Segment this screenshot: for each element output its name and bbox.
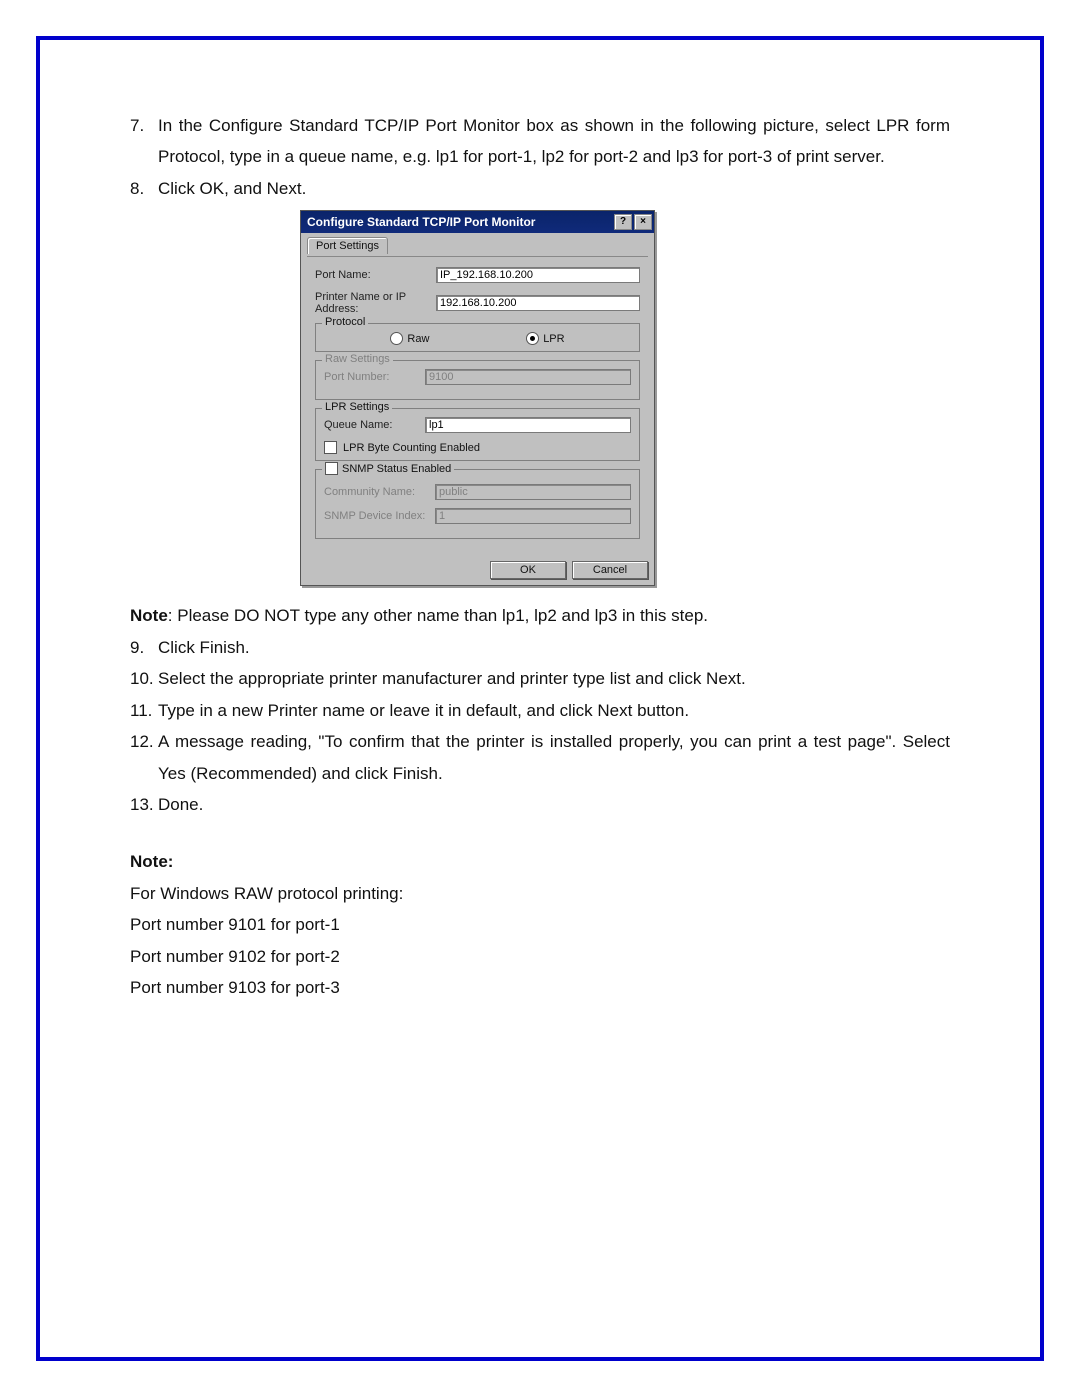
step-10: 10. Select the appropriate printer manuf…: [130, 663, 950, 694]
raw-port-1: Port number 9101 for port-1: [130, 909, 950, 940]
dialog-figure: Configure Standard TCP/IP Port Monitor ?…: [300, 210, 950, 586]
step-7: 7. In the Configure Standard TCP/IP Port…: [130, 110, 950, 173]
step-9-number: 9.: [130, 632, 158, 663]
community-input: [435, 484, 631, 500]
step-9: 9. Click Finish.: [130, 632, 950, 663]
page: 7. In the Configure Standard TCP/IP Port…: [0, 0, 1080, 1397]
protocol-legend: Protocol: [322, 316, 368, 328]
queue-name-row: Queue Name:: [324, 417, 631, 433]
step-12-text: A message reading, "To confirm that the …: [158, 726, 950, 789]
raw-settings-fieldset: Raw Settings Port Number:: [315, 360, 640, 400]
frame-border: 7. In the Configure Standard TCP/IP Port…: [36, 36, 1044, 1361]
protocol-fieldset: Protocol Raw LPR: [315, 323, 640, 352]
step-12-number: 12.: [130, 726, 158, 789]
queue-name-label: Queue Name:: [324, 419, 419, 431]
port-number-input: [425, 369, 631, 385]
step-13: 13. Done.: [130, 789, 950, 820]
port-name-row: Port Name:: [315, 267, 640, 283]
step-8-text: Click OK, and Next.: [158, 173, 950, 204]
lpr-settings-fieldset: LPR Settings Queue Name: LPR Byte Counti…: [315, 408, 640, 461]
lpr-radio[interactable]: LPR: [526, 332, 564, 345]
step-7-text: In the Configure Standard TCP/IP Port Mo…: [158, 110, 950, 173]
step-8-number: 8.: [130, 173, 158, 204]
snmp-fieldset: SNMP Status Enabled Community Name: SNMP…: [315, 469, 640, 539]
snmp-legend[interactable]: SNMP Status Enabled: [322, 462, 454, 475]
step-9-text: Click Finish.: [158, 632, 950, 663]
step-8: 8. Click OK, and Next.: [130, 173, 950, 204]
raw-intro: For Windows RAW protocol printing:: [130, 878, 950, 909]
community-label: Community Name:: [324, 486, 429, 498]
dialog-button-row: OK Cancel: [307, 555, 648, 579]
port-number-row: Port Number:: [324, 369, 631, 385]
note-1-text: : Please DO NOT type any other name than…: [168, 606, 708, 625]
ok-button[interactable]: OK: [490, 561, 566, 579]
dialog-body: Port Settings Port Name: Printer Name or…: [301, 233, 654, 585]
checkbox-icon: [325, 462, 338, 475]
step-11-number: 11.: [130, 695, 158, 726]
port-name-input[interactable]: [436, 267, 640, 283]
device-index-input: [435, 508, 631, 524]
dialog-titlebar: Configure Standard TCP/IP Port Monitor ?…: [301, 211, 654, 233]
tab-panel: Port Name: Printer Name or IP Address: P…: [307, 256, 648, 555]
port-number-label: Port Number:: [324, 371, 419, 383]
community-row: Community Name:: [324, 484, 631, 500]
tab-strip: Port Settings: [307, 237, 648, 256]
raw-port-2: Port number 9102 for port-2: [130, 941, 950, 972]
note-2-heading: Note:: [130, 846, 950, 877]
lpr-radio-label: LPR: [543, 333, 564, 345]
step-10-number: 10.: [130, 663, 158, 694]
note-1: Note: Please DO NOT type any other name …: [130, 600, 950, 631]
step-11: 11. Type in a new Printer name or leave …: [130, 695, 950, 726]
lpr-settings-legend: LPR Settings: [322, 401, 392, 413]
device-index-label: SNMP Device Index:: [324, 510, 429, 522]
help-icon[interactable]: ?: [614, 214, 632, 230]
step-11-text: Type in a new Printer name or leave it i…: [158, 695, 950, 726]
port-name-label: Port Name:: [315, 269, 430, 281]
lpr-byte-label: LPR Byte Counting Enabled: [343, 442, 480, 454]
radio-off-icon: [390, 332, 403, 345]
step-13-text: Done.: [158, 789, 950, 820]
raw-port-3: Port number 9103 for port-3: [130, 972, 950, 1003]
radio-on-icon: [526, 332, 539, 345]
close-icon[interactable]: ×: [634, 214, 652, 230]
config-port-dialog: Configure Standard TCP/IP Port Monitor ?…: [300, 210, 655, 586]
cancel-button[interactable]: Cancel: [572, 561, 648, 579]
step-13-number: 13.: [130, 789, 158, 820]
raw-radio-label: Raw: [407, 333, 429, 345]
snmp-legend-text: SNMP Status Enabled: [342, 463, 451, 475]
ip-row: Printer Name or IP Address:: [315, 291, 640, 315]
step-10-text: Select the appropriate printer manufactu…: [158, 663, 950, 694]
device-index-row: SNMP Device Index:: [324, 508, 631, 524]
tab-port-settings[interactable]: Port Settings: [307, 237, 388, 254]
lpr-byte-row[interactable]: LPR Byte Counting Enabled: [324, 441, 631, 454]
ip-input[interactable]: [436, 295, 640, 311]
ip-label: Printer Name or IP Address:: [315, 291, 430, 315]
spacer: [130, 820, 950, 846]
raw-radio[interactable]: Raw: [390, 332, 429, 345]
checkbox-icon: [324, 441, 337, 454]
step-12: 12. A message reading, "To confirm that …: [130, 726, 950, 789]
step-7-number: 7.: [130, 110, 158, 173]
note-1-label: Note: [130, 606, 168, 625]
note-2-label: Note:: [130, 852, 173, 871]
protocol-options: Raw LPR: [324, 332, 631, 345]
raw-settings-legend: Raw Settings: [322, 353, 393, 365]
queue-name-input[interactable]: [425, 417, 631, 433]
dialog-title-text: Configure Standard TCP/IP Port Monitor: [307, 215, 612, 229]
